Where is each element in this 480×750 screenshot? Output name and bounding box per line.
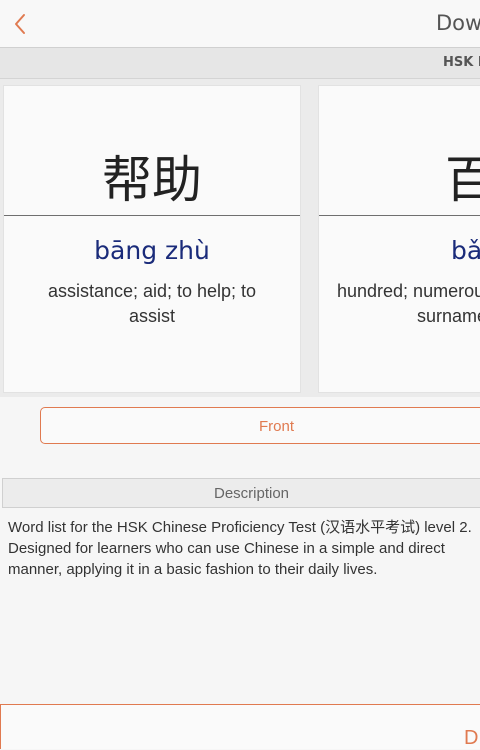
level-bar: HSK L [0, 48, 480, 79]
card-hanzi: 帮助 [102, 151, 202, 209]
download-button-label: D [464, 727, 479, 749]
download-button[interactable]: D [0, 704, 480, 749]
chevron-left-icon[interactable] [10, 12, 32, 36]
description-line: manner, applying it in a basic fashion t… [8, 561, 378, 578]
level-label: HSK L [443, 55, 480, 70]
front-button-label: Front [259, 418, 295, 435]
flashcard[interactable]: 帮助 bāng zhù assistance; aid; to help; to… [3, 85, 301, 393]
top-navigation-bar: Dow [0, 0, 480, 48]
page-title: Dow [436, 11, 480, 35]
description-text: Word list for the HSK Chinese Proficienc… [8, 517, 480, 580]
front-button[interactable]: Front [40, 407, 480, 444]
card-divider [4, 215, 300, 216]
flashcard-carousel[interactable]: 帮助 bāng zhù assistance; aid; to help; to… [0, 79, 480, 397]
card-pinyin: bāng zhù [94, 236, 210, 265]
card-meaning: assistance; aid; to help; to assist [47, 281, 257, 326]
flashcard[interactable]: 百 bǎ hundred; numerou surname [318, 85, 480, 393]
description-line: Designed for learners who can use Chines… [8, 540, 445, 557]
description-title: Description [214, 485, 290, 502]
card-pinyin: bǎ [451, 236, 480, 265]
card-hanzi: 百 [445, 150, 480, 210]
description-header: Description [2, 478, 480, 508]
card-meaning: hundred; numerou surname [337, 279, 480, 329]
description-line: Word list for the HSK Chinese Proficienc… [8, 519, 472, 536]
card-meaning-line: surname [417, 306, 480, 326]
card-meaning-line: hundred; numerou [337, 281, 480, 301]
card-divider [319, 215, 480, 216]
